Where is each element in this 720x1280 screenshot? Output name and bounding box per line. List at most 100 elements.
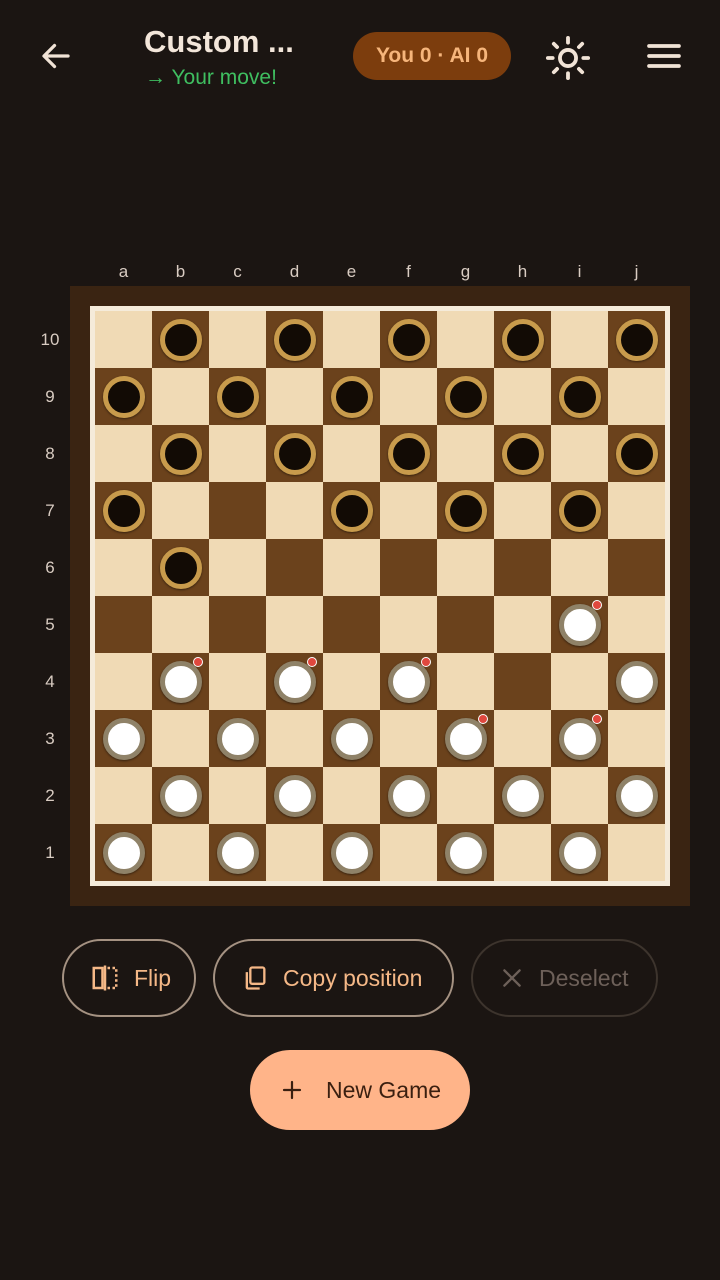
board-square-i6[interactable] xyxy=(551,539,608,596)
board-square-h6[interactable] xyxy=(494,539,551,596)
board-square-h4[interactable] xyxy=(494,653,551,710)
board-square-i2[interactable] xyxy=(551,767,608,824)
board-square-e2[interactable] xyxy=(323,767,380,824)
board-square-a2[interactable] xyxy=(95,767,152,824)
board-square-d3[interactable] xyxy=(266,710,323,767)
white-piece-g3[interactable] xyxy=(444,717,487,760)
board-square-g6[interactable] xyxy=(437,539,494,596)
board-square-h7[interactable] xyxy=(494,482,551,539)
black-piece-b8[interactable] xyxy=(159,432,202,475)
board-square-d9[interactable] xyxy=(266,368,323,425)
white-piece-g1[interactable] xyxy=(444,831,487,874)
black-piece-g9[interactable] xyxy=(444,375,487,418)
board-square-h5[interactable] xyxy=(494,596,551,653)
white-piece-d4[interactable] xyxy=(273,660,316,703)
black-piece-a7[interactable] xyxy=(102,489,145,532)
board-square-e8[interactable] xyxy=(323,425,380,482)
black-piece-c9[interactable] xyxy=(216,375,259,418)
white-piece-c3[interactable] xyxy=(216,717,259,760)
white-piece-i3[interactable] xyxy=(558,717,601,760)
black-piece-i9[interactable] xyxy=(558,375,601,418)
board-square-a5[interactable] xyxy=(95,596,152,653)
board-square-d5[interactable] xyxy=(266,596,323,653)
board-square-a6[interactable] xyxy=(95,539,152,596)
white-piece-i5[interactable] xyxy=(558,603,601,646)
menu-button[interactable] xyxy=(638,30,690,82)
board-square-j3[interactable] xyxy=(608,710,665,767)
black-piece-f10[interactable] xyxy=(387,318,430,361)
back-button[interactable] xyxy=(30,30,82,82)
board-square-e4[interactable] xyxy=(323,653,380,710)
black-piece-d10[interactable] xyxy=(273,318,316,361)
deselect-button[interactable]: Deselect xyxy=(471,939,658,1017)
copy-position-button[interactable]: Copy position xyxy=(213,939,454,1017)
board-square-b1[interactable] xyxy=(152,824,209,881)
board-square-b7[interactable] xyxy=(152,482,209,539)
board-square-f7[interactable] xyxy=(380,482,437,539)
black-piece-h10[interactable] xyxy=(501,318,544,361)
black-piece-i7[interactable] xyxy=(558,489,601,532)
board-square-f3[interactable] xyxy=(380,710,437,767)
board-square-g8[interactable] xyxy=(437,425,494,482)
white-piece-j2[interactable] xyxy=(615,774,658,817)
white-piece-a1[interactable] xyxy=(102,831,145,874)
white-piece-a3[interactable] xyxy=(102,717,145,760)
board-square-c7[interactable] xyxy=(209,482,266,539)
board-square-b5[interactable] xyxy=(152,596,209,653)
board-square-j6[interactable] xyxy=(608,539,665,596)
black-piece-f8[interactable] xyxy=(387,432,430,475)
white-piece-f4[interactable] xyxy=(387,660,430,703)
black-piece-j8[interactable] xyxy=(615,432,658,475)
board-square-h9[interactable] xyxy=(494,368,551,425)
white-piece-f2[interactable] xyxy=(387,774,430,817)
board-square-d7[interactable] xyxy=(266,482,323,539)
board-square-c2[interactable] xyxy=(209,767,266,824)
game-board[interactable] xyxy=(90,306,670,886)
board-square-e10[interactable] xyxy=(323,311,380,368)
board-square-d6[interactable] xyxy=(266,539,323,596)
board-square-c4[interactable] xyxy=(209,653,266,710)
board-square-c6[interactable] xyxy=(209,539,266,596)
board-square-d1[interactable] xyxy=(266,824,323,881)
board-square-a4[interactable] xyxy=(95,653,152,710)
board-square-h3[interactable] xyxy=(494,710,551,767)
board-square-f6[interactable] xyxy=(380,539,437,596)
black-piece-a9[interactable] xyxy=(102,375,145,418)
white-piece-b4[interactable] xyxy=(159,660,202,703)
black-piece-e9[interactable] xyxy=(330,375,373,418)
black-piece-g7[interactable] xyxy=(444,489,487,532)
theme-toggle-button[interactable] xyxy=(540,30,596,86)
board-square-g2[interactable] xyxy=(437,767,494,824)
board-square-b9[interactable] xyxy=(152,368,209,425)
board-square-c5[interactable] xyxy=(209,596,266,653)
white-piece-h2[interactable] xyxy=(501,774,544,817)
board-square-f9[interactable] xyxy=(380,368,437,425)
white-piece-e3[interactable] xyxy=(330,717,373,760)
board-square-j1[interactable] xyxy=(608,824,665,881)
black-piece-d8[interactable] xyxy=(273,432,316,475)
board-square-j5[interactable] xyxy=(608,596,665,653)
board-square-e5[interactable] xyxy=(323,596,380,653)
board-square-b3[interactable] xyxy=(152,710,209,767)
board-square-a10[interactable] xyxy=(95,311,152,368)
black-piece-j10[interactable] xyxy=(615,318,658,361)
white-piece-b2[interactable] xyxy=(159,774,202,817)
flip-board-button[interactable]: Flip xyxy=(62,939,196,1017)
new-game-button[interactable]: New Game xyxy=(250,1050,470,1130)
board-square-a8[interactable] xyxy=(95,425,152,482)
board-square-f1[interactable] xyxy=(380,824,437,881)
board-square-f5[interactable] xyxy=(380,596,437,653)
black-piece-e7[interactable] xyxy=(330,489,373,532)
board-square-c10[interactable] xyxy=(209,311,266,368)
board-square-g4[interactable] xyxy=(437,653,494,710)
board-square-j7[interactable] xyxy=(608,482,665,539)
board-square-j9[interactable] xyxy=(608,368,665,425)
board-square-c8[interactable] xyxy=(209,425,266,482)
white-piece-d2[interactable] xyxy=(273,774,316,817)
white-piece-i1[interactable] xyxy=(558,831,601,874)
white-piece-e1[interactable] xyxy=(330,831,373,874)
board-square-g10[interactable] xyxy=(437,311,494,368)
white-piece-j4[interactable] xyxy=(615,660,658,703)
board-square-i4[interactable] xyxy=(551,653,608,710)
board-square-i8[interactable] xyxy=(551,425,608,482)
